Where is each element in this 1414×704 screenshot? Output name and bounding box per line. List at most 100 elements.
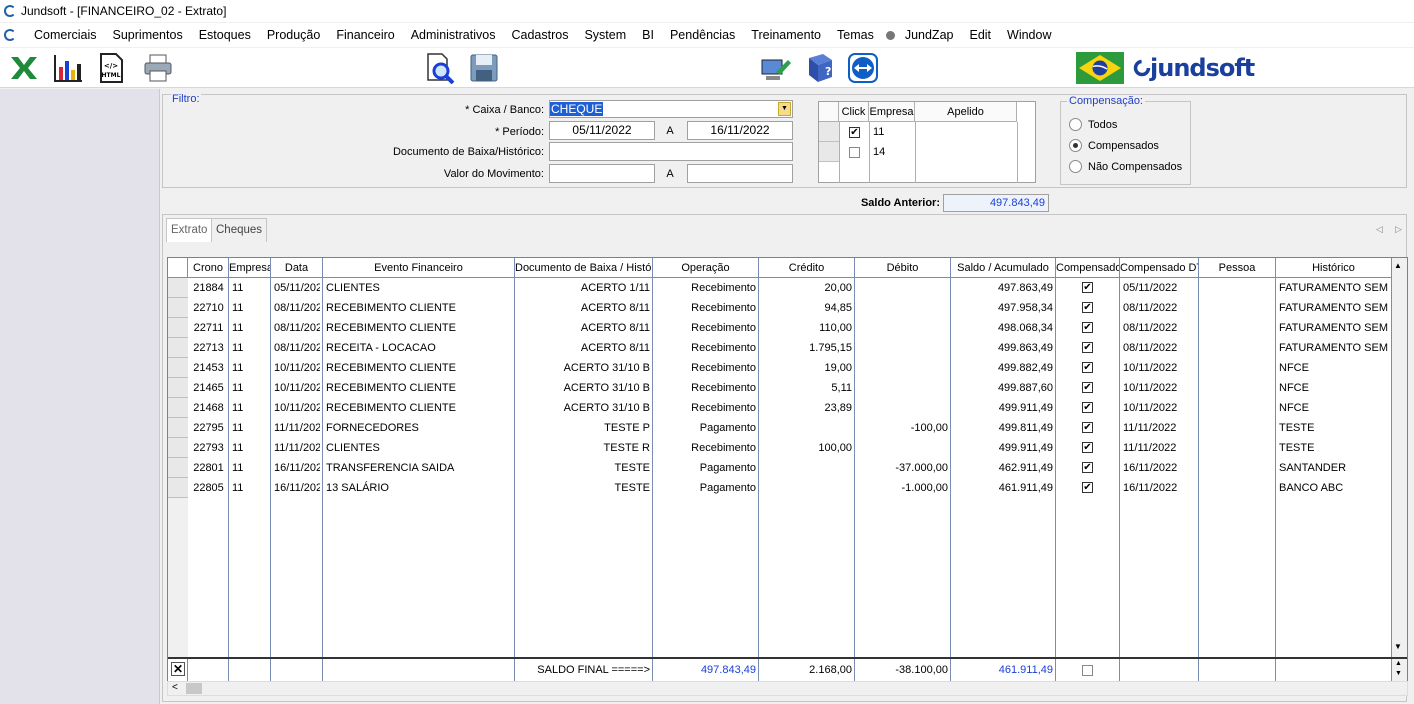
- compensado-checkbox[interactable]: ✔: [1082, 302, 1093, 313]
- menu-system[interactable]: System: [576, 28, 634, 42]
- tab-scroll-right-icon[interactable]: ▷: [1395, 224, 1402, 235]
- chevron-down-icon[interactable]: ▼: [778, 102, 791, 116]
- column-header-documento[interactable]: Documento de Baixa / Histórico: [515, 258, 653, 278]
- column-header-crono[interactable]: Crono: [188, 258, 229, 278]
- row-selector[interactable]: [168, 358, 188, 378]
- menu-window[interactable]: Window: [999, 28, 1059, 42]
- preview-search-icon[interactable]: [424, 52, 456, 84]
- compensado-checkbox[interactable]: ✔: [1082, 322, 1093, 333]
- horizontal-scrollbar[interactable]: <: [167, 681, 1408, 696]
- tab-scroll-left-icon[interactable]: ◁: [1376, 224, 1383, 235]
- empresa-14-checkbox[interactable]: [849, 147, 860, 158]
- excel-export-icon[interactable]: [8, 52, 40, 84]
- footer-scrollbar[interactable]: ▲ ▼: [1392, 659, 1407, 681]
- cell-evento: RECEBIMENTO CLIENTE: [326, 382, 456, 394]
- column-header-empresa[interactable]: Empresa: [229, 258, 271, 278]
- column-header-pessoa[interactable]: Pessoa: [1199, 258, 1276, 278]
- cell-debito: [858, 278, 948, 298]
- help-book-icon[interactable]: ?: [804, 52, 836, 84]
- print-icon[interactable]: [142, 52, 174, 84]
- scroll-down-icon[interactable]: ▼: [1394, 642, 1402, 651]
- tab-extrato[interactable]: Extrato: [166, 218, 213, 242]
- remote-access-icon[interactable]: [760, 52, 792, 84]
- column-header-compensado-dt[interactable]: Compensado DT: [1120, 258, 1199, 278]
- row-selector[interactable]: [168, 418, 188, 438]
- menu-comerciais[interactable]: Comerciais: [26, 28, 105, 42]
- radio-nao-compensados[interactable]: Não Compensados: [1069, 160, 1182, 173]
- periodo-ate-input[interactable]: 16/11/2022: [687, 121, 793, 140]
- footer-column-line: [759, 659, 855, 681]
- footer-column-line: [271, 659, 323, 681]
- column-header-historico[interactable]: Histórico: [1276, 258, 1392, 278]
- menu-cadastros[interactable]: Cadastros: [503, 28, 576, 42]
- compensado-checkbox[interactable]: ✔: [1082, 422, 1093, 433]
- menu-edit[interactable]: Edit: [961, 28, 999, 42]
- footer-column-line: [1199, 659, 1276, 681]
- menu-suprimentos[interactable]: Suprimentos: [105, 28, 191, 42]
- save-icon[interactable]: [468, 52, 500, 84]
- compensado-checkbox[interactable]: ✔: [1082, 282, 1093, 293]
- radio-todos-button[interactable]: [1069, 118, 1082, 131]
- row-selector[interactable]: [168, 338, 188, 358]
- vertical-scrollbar[interactable]: ▲ ▼: [1392, 258, 1407, 657]
- menu-estoques[interactable]: Estoques: [191, 28, 259, 42]
- compensado-checkbox[interactable]: ✔: [1082, 442, 1093, 453]
- menu-producao[interactable]: Produção: [259, 28, 329, 42]
- menu-pendencias[interactable]: Pendências: [662, 28, 743, 42]
- menu-bi[interactable]: BI: [634, 28, 662, 42]
- column-header-operacao[interactable]: Operação: [653, 258, 759, 278]
- teamviewer-icon[interactable]: [847, 52, 879, 84]
- periodo-de-input[interactable]: 05/11/2022: [549, 121, 655, 140]
- scroll-left-icon[interactable]: <: [172, 682, 178, 693]
- footer-scroll-up-icon[interactable]: ▲: [1395, 660, 1402, 667]
- chart-report-icon[interactable]: [52, 52, 84, 84]
- compensado-checkbox[interactable]: ✔: [1082, 362, 1093, 373]
- column-header-compensado[interactable]: Compensado?: [1056, 258, 1120, 278]
- valor-a-label: A: [666, 168, 674, 180]
- radio-nao-compensados-button[interactable]: [1069, 160, 1082, 173]
- column-header-debito[interactable]: Débito: [855, 258, 951, 278]
- compensado-checkbox[interactable]: ✔: [1082, 482, 1093, 493]
- column-header-data[interactable]: Data: [271, 258, 323, 278]
- caixa-banco-select[interactable]: CHEQUE ▼: [549, 100, 793, 118]
- horizontal-scroll-thumb[interactable]: [186, 683, 202, 694]
- row-selector[interactable]: [168, 298, 188, 318]
- column-header-evento[interactable]: Evento Financeiro: [323, 258, 515, 278]
- row-selector[interactable]: [168, 438, 188, 458]
- menu-treinamento[interactable]: Treinamento: [743, 28, 829, 42]
- row-selector[interactable]: [168, 458, 188, 478]
- menu-financeiro[interactable]: Financeiro: [328, 28, 402, 42]
- compensado-checkbox[interactable]: ✔: [1082, 342, 1093, 353]
- row-selector[interactable]: [168, 318, 188, 338]
- radio-compensados-button[interactable]: [1069, 139, 1082, 152]
- cell-credito: 20,00: [824, 282, 852, 294]
- documento-input[interactable]: [549, 142, 793, 161]
- valor-ate-input[interactable]: [687, 164, 793, 183]
- html-export-icon[interactable]: </> HTML: [95, 52, 127, 84]
- footer-scroll-down-icon[interactable]: ▼: [1395, 670, 1402, 677]
- valor-de-input[interactable]: [549, 164, 655, 183]
- radio-todos[interactable]: Todos: [1069, 118, 1117, 131]
- empresa-row-selector[interactable]: [819, 122, 839, 142]
- menu-temas[interactable]: Temas: [829, 28, 882, 42]
- cell-historico: FATURAMENTO SEM PED: [1279, 302, 1389, 314]
- empresa-row-selector[interactable]: [819, 142, 839, 162]
- scroll-up-icon[interactable]: ▲: [1394, 261, 1402, 270]
- compensado-checkbox[interactable]: ✔: [1082, 402, 1093, 413]
- menu-administrativos[interactable]: Administrativos: [403, 28, 504, 42]
- radio-compensados[interactable]: Compensados: [1069, 139, 1159, 152]
- compensado-checkbox[interactable]: ✔: [1082, 382, 1093, 393]
- row-selector[interactable]: [168, 398, 188, 418]
- cell-data: 16/11/2022: [274, 462, 320, 474]
- row-selector[interactable]: [168, 478, 188, 498]
- tab-cheques[interactable]: Cheques: [211, 218, 268, 242]
- row-selector[interactable]: [168, 378, 188, 398]
- compensado-checkbox[interactable]: ✔: [1082, 462, 1093, 473]
- toolbar: </> HTML ? jundsoft: [0, 48, 1414, 88]
- menu-jundzap[interactable]: JundZap: [897, 28, 962, 42]
- empresa-11-checkbox[interactable]: ✔: [849, 127, 860, 138]
- app-menu-icon[interactable]: [4, 29, 16, 41]
- column-header-credito[interactable]: Crédito: [759, 258, 855, 278]
- row-selector[interactable]: [168, 278, 188, 298]
- column-header-saldo[interactable]: Saldo / Acumulado: [951, 258, 1056, 278]
